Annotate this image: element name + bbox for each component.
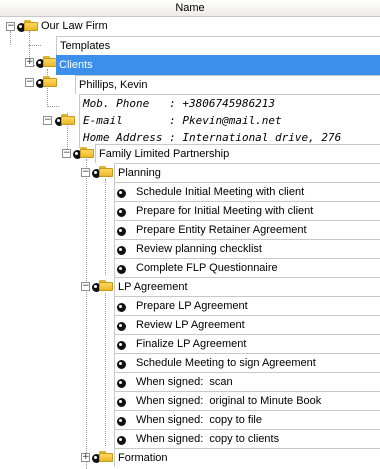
tree-node-our-law-firm[interactable]: − Our Law Firm: [0, 17, 380, 36]
tree-guide-line: [47, 106, 59, 107]
task-item[interactable]: Schedule Meeting to sign Agreement: [114, 353, 380, 372]
task-bullet-icon: [117, 398, 126, 407]
task-bullet-icon: [117, 341, 126, 350]
folder-icon: [80, 147, 94, 158]
task-label: When signed: scan: [136, 376, 233, 388]
task-label: When signed: copy to file: [136, 414, 262, 426]
tree-guide-line: [86, 159, 87, 469]
node-label: Planning: [118, 167, 161, 179]
task-item[interactable]: Prepare Entity Retainer Agreement: [114, 220, 380, 239]
task-bullet-icon: [117, 303, 126, 312]
tree-guide-line: [105, 293, 106, 446]
collapse-toggle-icon[interactable]: −: [81, 282, 90, 291]
task-label: Prepare Entity Retainer Agreement: [136, 224, 307, 236]
task-label: Review LP Agreement: [136, 319, 245, 331]
task-label: Prepare for Initial Meeting with client: [136, 205, 314, 217]
task-item[interactable]: Review LP Agreement: [114, 315, 380, 334]
task-item[interactable]: Schedule Initial Meeting with client: [114, 182, 380, 201]
task-bullet-icon: [117, 322, 126, 331]
task-bullet-icon: [117, 436, 126, 445]
node-label: Formation: [118, 452, 168, 464]
task-item[interactable]: Finalize LP Agreement: [114, 334, 380, 353]
tree-guide-line: [29, 45, 41, 46]
tree-guide-line: [105, 179, 106, 275]
task-label: When signed: copy to clients: [136, 433, 280, 445]
task-label: Prepare LP Agreement: [136, 300, 248, 312]
task-item[interactable]: When signed: original to Minute Book: [114, 391, 380, 410]
client-contact-info: Mob. Phone : +3806745986213 E-mail : Pke…: [79, 94, 380, 148]
tree-view[interactable]: − Our Law Firm Templates + Clients − Phi…: [0, 17, 380, 469]
node-label: Templates: [60, 40, 111, 52]
node-label: Our Law Firm: [41, 20, 108, 32]
tree-node-templates[interactable]: Templates: [56, 36, 380, 55]
email-text: E-mail : Pkevin@mail.net: [83, 114, 282, 127]
task-bullet-icon: [117, 417, 126, 426]
collapse-toggle-icon[interactable]: −: [43, 116, 52, 125]
task-label: Complete FLP Questionnaire: [136, 262, 278, 274]
collapse-toggle-icon[interactable]: −: [25, 78, 34, 87]
task-bullet-icon: [117, 246, 126, 255]
task-label: Finalize LP Agreement: [136, 338, 247, 350]
folder-icon: [99, 166, 113, 177]
collapse-toggle-icon[interactable]: −: [62, 149, 71, 158]
task-bullet-icon: [117, 208, 126, 217]
mobile-phone-text: Mob. Phone : +3806745986213: [83, 97, 276, 110]
tree-node-lp-agreement[interactable]: LP Agreement: [114, 277, 380, 296]
node-label: Family Limited Partnership: [99, 148, 230, 160]
task-bullet-icon: [117, 379, 126, 388]
tree-node-clients[interactable]: Clients: [56, 55, 380, 75]
task-bullet-icon: [117, 360, 126, 369]
name-column-header[interactable]: Name: [0, 0, 380, 17]
node-label: Clients: [59, 59, 93, 71]
tree-node-formation[interactable]: Formation: [114, 448, 380, 467]
task-bullet-icon: [117, 265, 126, 274]
collapse-toggle-icon[interactable]: −: [6, 22, 15, 31]
task-label: Schedule Meeting to sign Agreement: [136, 357, 316, 369]
tree-node-planning[interactable]: Planning: [114, 163, 380, 182]
node-label: Phillips, Kevin: [79, 79, 148, 91]
folder-icon: [43, 76, 57, 87]
tree-node-family-limited-partnership[interactable]: Family Limited Partnership: [95, 144, 380, 163]
task-item[interactable]: Prepare for Initial Meeting with client: [114, 201, 380, 220]
task-bullet-icon: [117, 227, 126, 236]
folder-icon: [24, 20, 38, 31]
collapse-toggle-icon[interactable]: −: [81, 168, 90, 177]
task-item[interactable]: Prepare LP Agreement: [114, 296, 380, 315]
tree-node-client-phillips-kevin[interactable]: Phillips, Kevin: [75, 75, 380, 94]
folder-icon: [99, 451, 113, 462]
task-item[interactable]: Review planning checklist: [114, 239, 380, 258]
task-bullet-icon: [117, 189, 126, 198]
task-label: Schedule Initial Meeting with client: [136, 186, 305, 198]
task-label: Review planning checklist: [136, 243, 262, 255]
folder-icon: [61, 114, 75, 125]
task-item[interactable]: Complete FLP Questionnaire: [114, 258, 380, 277]
task-label: When signed: original to Minute Book: [136, 395, 322, 407]
folder-icon: [99, 280, 113, 291]
folder-icon: [43, 56, 57, 67]
task-item[interactable]: When signed: copy to file: [114, 410, 380, 429]
expand-toggle-icon[interactable]: +: [81, 453, 90, 462]
tree-guide-line: [47, 69, 48, 107]
task-item[interactable]: When signed: scan: [114, 372, 380, 391]
task-item[interactable]: When signed: copy to clients: [114, 429, 380, 448]
node-label: LP Agreement: [118, 281, 188, 293]
expand-toggle-icon[interactable]: +: [25, 58, 34, 67]
